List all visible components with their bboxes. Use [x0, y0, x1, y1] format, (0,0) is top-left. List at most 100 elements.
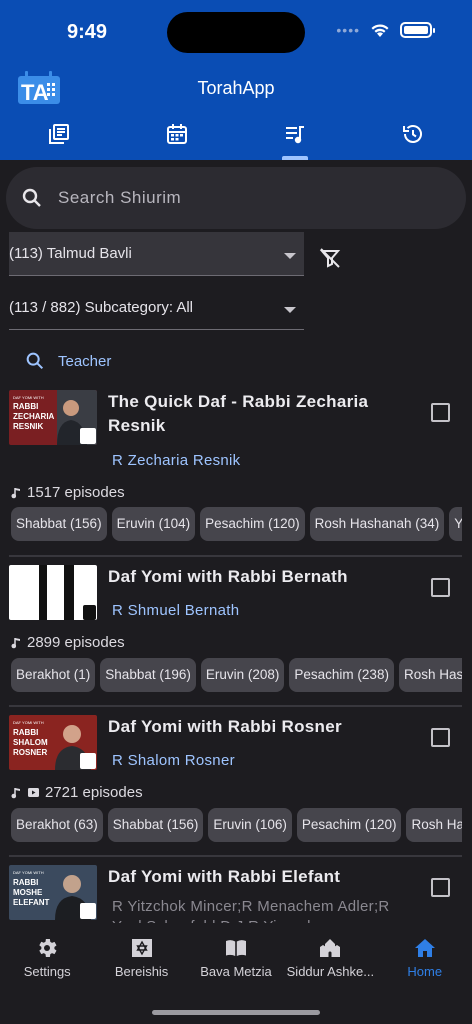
playlist-icon — [286, 126, 304, 144]
signal-icon: •••• — [336, 22, 360, 38]
shiur-thumbnail: DAF YOMI WITH RABBI MOSHE ELEFANT — [9, 865, 97, 920]
shiur-author[interactable]: R Zecharia Resnik — [112, 451, 240, 471]
subcategory-dropdown[interactable]: (113 / 882) Subcategory: All — [9, 286, 304, 330]
home-indicator[interactable] — [152, 1010, 320, 1015]
divider — [9, 705, 462, 707]
thumb-line: RESNIK — [13, 422, 43, 431]
episode-count: 1517 episodes — [11, 484, 125, 501]
search-input[interactable] — [58, 188, 438, 208]
star-of-david-icon — [131, 939, 152, 957]
search-icon — [22, 188, 41, 207]
thumb-line: RABBI — [13, 728, 38, 737]
nav-bava-metzia[interactable]: Bava Metzia — [189, 928, 283, 979]
bottom-nav: Settings Bereishis Bava Metzia Siddur As… — [0, 928, 472, 1024]
thumb-line: ROSNER — [13, 748, 47, 757]
battery-icon — [400, 22, 435, 38]
episode-count: 2721 episodes — [11, 784, 143, 801]
chevron-down-icon — [284, 307, 296, 313]
gear-icon — [39, 939, 57, 957]
tractate-chip[interactable]: Pesachim (120) — [296, 808, 402, 842]
search-icon — [26, 352, 44, 370]
tab-playlist[interactable] — [236, 116, 354, 160]
episode-count-text: 2899 episodes — [27, 634, 125, 651]
tractate-chip[interactable]: Pesachim (120) — [200, 507, 305, 541]
category-value: (113) Talmud Bavli — [9, 245, 132, 262]
clear-filter-icon[interactable] — [318, 246, 342, 270]
tractate-chip[interactable]: Eruvin (208) — [200, 658, 285, 692]
history-icon — [403, 125, 422, 143]
nav-siddur[interactable]: Siddur Ashke... — [283, 928, 377, 979]
shiur-thumbnail: DAF YOMI WITH RABBI SHALOM ROSNER — [9, 715, 97, 770]
thumb-line: RABBI — [13, 402, 38, 411]
book-icon — [225, 940, 246, 956]
video-icon — [28, 788, 39, 797]
nav-label: Home — [407, 964, 443, 979]
status-time: 9:49 — [67, 21, 108, 43]
tractate-chip[interactable]: Rosh Hash — [406, 808, 462, 842]
tractate-chip[interactable]: Shabbat (156) — [107, 808, 204, 842]
shiur-thumbnail: DAF YOMI WITH RABBI ZECHARIA RESNIK — [9, 390, 97, 445]
shiur-title: The Quick Daf - Rabbi Zecharia Resnik — [108, 392, 369, 435]
synagogue-icon — [320, 939, 341, 957]
thumb-header: DAF YOMI WITH — [13, 720, 44, 725]
tractate-chip[interactable]: Rosh Hasha — [398, 658, 462, 692]
tractate-chip[interactable]: Eruvin (104) — [111, 507, 196, 541]
tab-history[interactable] — [354, 116, 472, 160]
divider — [9, 555, 462, 557]
thumb-header: DAF YOMI WITH — [13, 870, 44, 875]
nav-label: Siddur Ashke... — [286, 964, 375, 979]
shiur-title: Daf Yomi with Rabbi Elefant — [108, 867, 341, 886]
episode-count: 2899 episodes — [11, 634, 125, 651]
chevron-down-icon — [284, 253, 296, 259]
tractate-chip[interactable]: Shabbat (156) — [11, 507, 107, 541]
music-note-icon — [11, 488, 20, 499]
chip-row: Berakhot (63) Shabbat (156) Eruvin (106)… — [11, 808, 462, 844]
search-bar[interactable] — [6, 167, 466, 229]
status-icons: •••• — [336, 22, 435, 38]
category-dropdown[interactable]: (113) Talmud Bavli — [9, 232, 304, 276]
teacher-filter[interactable]: Teacher — [24, 350, 111, 372]
shiur-author[interactable]: R Shalom Rosner — [112, 751, 235, 771]
tractate-chip[interactable]: Eruvin (106) — [208, 808, 292, 842]
tractate-chip[interactable]: Berakhot (63) — [11, 808, 103, 842]
dynamic-island — [167, 12, 305, 53]
shiur-card[interactable]: DAF YOMI WITH RABBI ZECHARIA RESNIK The … — [9, 390, 462, 550]
thumb-line: ELEFANT — [13, 898, 50, 907]
tractate-chip[interactable]: Shabbat (196) — [100, 658, 196, 692]
shiur-card[interactable]: DAF YOMI WITH RABBI SHALOM ROSNER Daf Yo… — [9, 715, 462, 850]
top-tab-bar — [0, 116, 472, 160]
tab-library[interactable] — [0, 116, 118, 160]
tractate-chip[interactable]: Berakhot (1) — [11, 658, 96, 692]
shiur-card[interactable]: DAF YOMI WITH RABBI MOSHE ELEFANT Daf Yo… — [9, 865, 462, 923]
wifi-icon — [371, 24, 389, 37]
select-checkbox[interactable] — [431, 403, 450, 422]
select-checkbox[interactable] — [431, 878, 450, 897]
select-checkbox[interactable] — [431, 578, 450, 597]
shiur-author[interactable]: R Shmuel Bernath — [112, 601, 239, 621]
thumb-line: ZECHARIA — [13, 412, 55, 421]
shiur-author[interactable]: R Yitzchok Mincer;R Menachem Adler;R Yoe… — [112, 897, 397, 923]
app-header: 9:49 •••• TA TorahApp — [0, 0, 472, 160]
select-checkbox[interactable] — [431, 728, 450, 747]
tab-calendar[interactable] — [118, 116, 236, 160]
chip-row: Berakhot (1) Shabbat (196) Eruvin (208) … — [11, 658, 462, 694]
shiur-thumbnail — [9, 565, 97, 620]
nav-settings[interactable]: Settings — [0, 928, 94, 979]
tractate-chip[interactable]: Pesachim (238) — [289, 658, 394, 692]
tractate-chip[interactable]: Rosh Hashanah (34) — [309, 507, 445, 541]
teacher-label: Teacher — [58, 352, 112, 370]
home-icon — [414, 939, 435, 957]
nav-home[interactable]: Home — [378, 928, 472, 979]
episode-count-text: 2721 episodes — [45, 784, 143, 801]
nav-bereishis[interactable]: Bereishis — [94, 928, 188, 979]
nav-label: Bereishis — [114, 964, 169, 979]
shiur-card[interactable]: Daf Yomi with Rabbi Bernath R Shmuel Ber… — [9, 565, 462, 700]
calendar-icon — [167, 124, 187, 144]
app-title: TorahApp — [197, 78, 275, 98]
chip-row: Shabbat (156) Eruvin (104) Pesachim (120… — [11, 507, 462, 543]
shiur-title: Daf Yomi with Rabbi Bernath — [108, 567, 348, 586]
subcategory-value: (113 / 882) Subcategory: All — [9, 299, 193, 316]
thumb-line: RABBI — [13, 878, 38, 887]
tractate-chip[interactable]: Yom — [449, 507, 462, 541]
nav-label: Bava Metzia — [200, 964, 272, 979]
